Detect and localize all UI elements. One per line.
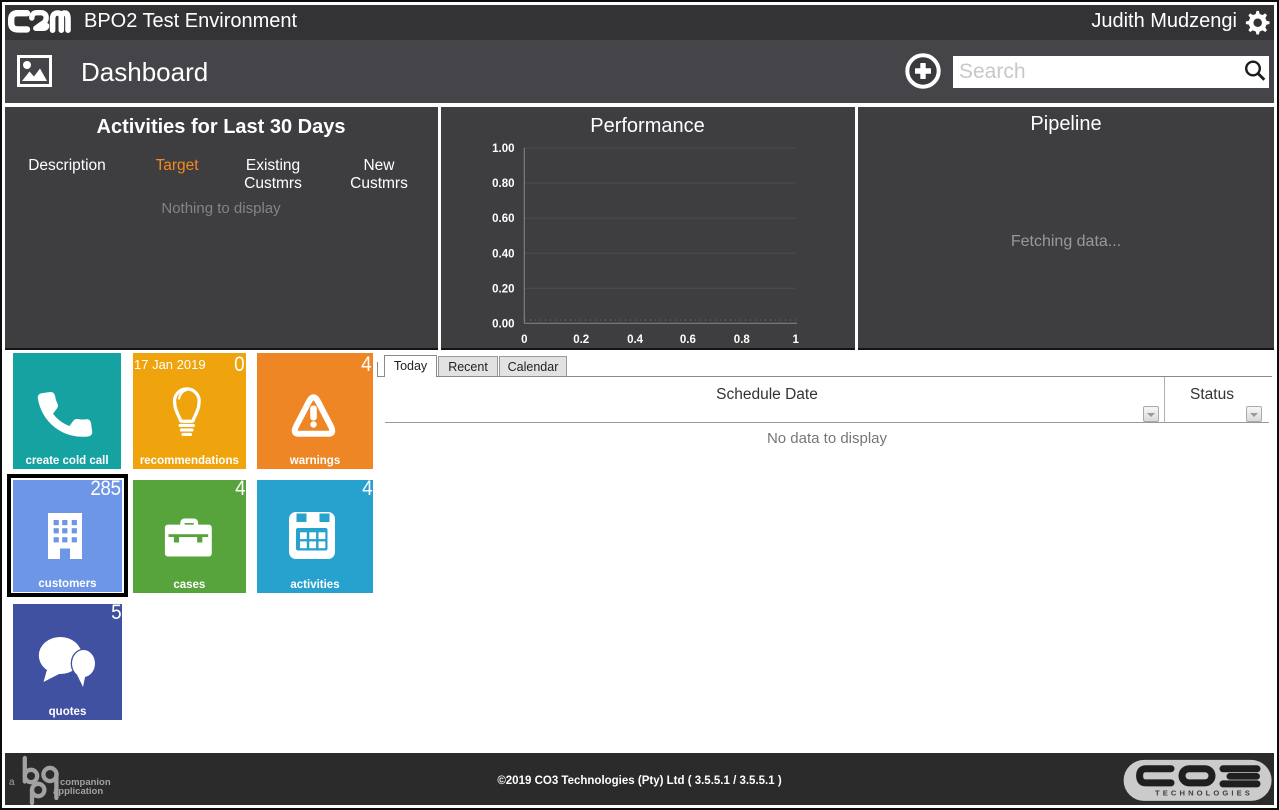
svg-text:1: 1 [792, 334, 799, 346]
svg-text:0.2: 0.2 [573, 334, 589, 346]
svg-text:0.00: 0.00 [492, 318, 514, 330]
svg-text:TECHNOLOGIES: TECHNOLOGIES [1155, 789, 1253, 798]
svg-text:1.00: 1.00 [492, 143, 514, 155]
svg-text:0.80: 0.80 [492, 178, 514, 190]
svg-text:0.8: 0.8 [733, 334, 750, 346]
svg-text:0: 0 [521, 334, 527, 346]
svg-text:0.4: 0.4 [627, 334, 644, 346]
svg-text:Performance: Performance [590, 115, 705, 137]
svg-text:0.6: 0.6 [679, 334, 695, 346]
svg-text:0.40: 0.40 [492, 248, 514, 260]
svg-text:0.60: 0.60 [492, 213, 514, 225]
svg-text:0.20: 0.20 [492, 283, 514, 295]
